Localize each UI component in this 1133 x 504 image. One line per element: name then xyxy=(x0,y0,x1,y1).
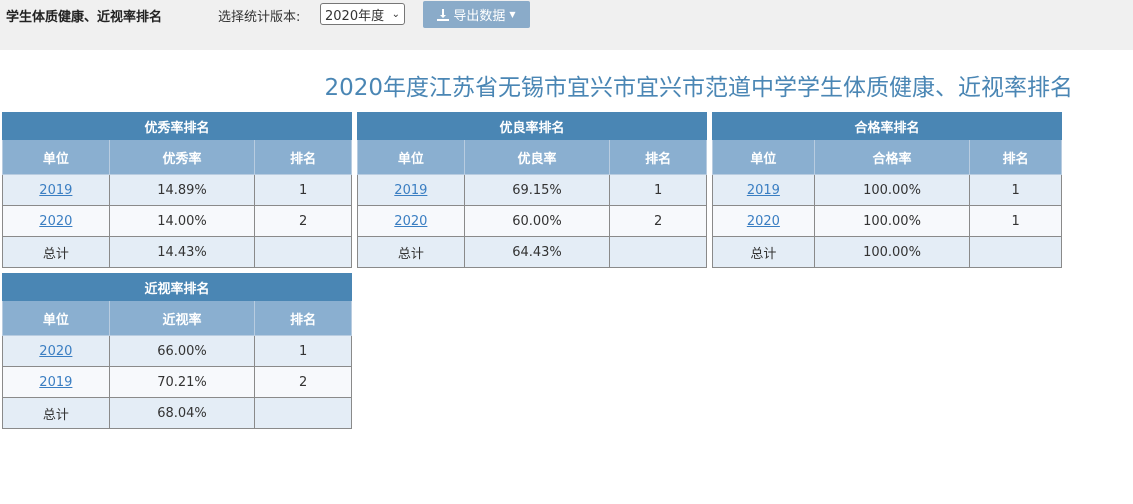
total-rate: 64.43% xyxy=(463,236,611,268)
total-rank-empty xyxy=(969,236,1062,268)
rate-cell: 70.21% xyxy=(108,366,256,398)
table-row: 2019 100.00% 1 xyxy=(712,174,1062,206)
unit-cell: 2019 xyxy=(357,174,465,206)
table-caption: 优秀率排名 xyxy=(2,112,352,140)
unit-cell: 2020 xyxy=(712,205,815,237)
total-rank-empty xyxy=(254,397,352,429)
total-row: 总计 14.43% xyxy=(2,236,352,268)
pass-rank-table: 合格率排名 单位 合格率 排名 2019 100.00% 1 2020 100.… xyxy=(712,112,1062,268)
download-icon xyxy=(437,8,450,21)
rank-cell: 1 xyxy=(254,174,352,206)
export-data-button[interactable]: 导出数据 ▼ xyxy=(423,1,530,28)
total-row: 总计 100.00% xyxy=(712,236,1062,268)
unit-link[interactable]: 2020 xyxy=(39,344,72,359)
page-title: 2020年度江苏省无锡市宜兴市宜兴市范道中学学生体质健康、近视率排名 xyxy=(324,75,1073,101)
app-title: 学生体质健康、近视率排名 xyxy=(6,10,163,25)
rank-cell: 2 xyxy=(254,366,352,398)
unit-cell: 2019 xyxy=(712,174,815,206)
unit-cell: 2020 xyxy=(357,205,465,237)
export-data-label: 导出数据 xyxy=(453,9,506,24)
rank-cell: 1 xyxy=(254,335,352,367)
column-header-rank: 排名 xyxy=(609,139,707,175)
total-label: 总计 xyxy=(2,236,110,268)
table-row: 2020 14.00% 2 xyxy=(2,205,352,237)
total-label: 总计 xyxy=(2,397,110,429)
rank-cell: 1 xyxy=(609,174,707,206)
table-caption: 合格率排名 xyxy=(712,112,1062,140)
table-caption: 近视率排名 xyxy=(2,273,352,301)
table-row: 2020 66.00% 1 xyxy=(2,335,352,367)
version-label: 选择统计版本: xyxy=(218,10,301,25)
rate-cell: 66.00% xyxy=(108,335,256,367)
total-rate: 68.04% xyxy=(108,397,256,429)
total-rank-empty xyxy=(609,236,707,268)
column-header-unit: 单位 xyxy=(357,139,465,175)
column-header-unit: 单位 xyxy=(2,300,110,336)
rank-cell: 2 xyxy=(609,205,707,237)
total-rate: 14.43% xyxy=(108,236,256,268)
total-rate: 100.00% xyxy=(813,236,971,268)
unit-cell: 2020 xyxy=(2,205,110,237)
rate-cell: 100.00% xyxy=(813,174,971,206)
table-row: 2019 70.21% 2 xyxy=(2,366,352,398)
unit-link[interactable]: 2019 xyxy=(394,183,427,198)
unit-link[interactable]: 2020 xyxy=(39,214,72,229)
unit-link[interactable]: 2019 xyxy=(39,183,72,198)
unit-link[interactable]: 2019 xyxy=(39,375,72,390)
table-row: 2020 100.00% 1 xyxy=(712,205,1062,237)
rank-cell: 2 xyxy=(254,205,352,237)
rate-cell: 14.89% xyxy=(108,174,256,206)
unit-cell: 2020 xyxy=(2,335,110,367)
unit-link[interactable]: 2020 xyxy=(394,214,427,229)
total-label: 总计 xyxy=(712,236,815,268)
good-rank-table: 优良率排名 单位 优良率 排名 2019 69.15% 1 2020 60.00… xyxy=(357,112,707,268)
rate-cell: 60.00% xyxy=(463,205,611,237)
column-header-unit: 单位 xyxy=(2,139,110,175)
version-select[interactable]: 2020年度 ⌄ xyxy=(320,3,405,25)
excellent-rank-table: 优秀率排名 单位 优秀率 排名 2019 14.89% 1 2020 14.00… xyxy=(2,112,352,268)
total-label: 总计 xyxy=(357,236,465,268)
unit-cell: 2019 xyxy=(2,366,110,398)
table-row: 2019 69.15% 1 xyxy=(357,174,707,206)
total-row: 总计 68.04% xyxy=(2,397,352,429)
total-rank-empty xyxy=(254,236,352,268)
version-select-value: 2020年度 xyxy=(325,8,385,24)
rate-cell: 69.15% xyxy=(463,174,611,206)
rank-cell: 1 xyxy=(969,205,1062,237)
total-row: 总计 64.43% xyxy=(357,236,707,268)
column-header-rank: 排名 xyxy=(969,139,1062,175)
top-toolbar: 学生体质健康、近视率排名 选择统计版本: 2020年度 ⌄ 导出数据 ▼ xyxy=(0,0,1133,50)
unit-cell: 2019 xyxy=(2,174,110,206)
column-header-rank: 排名 xyxy=(254,139,352,175)
rank-cell: 1 xyxy=(969,174,1062,206)
chevron-down-icon: ⌄ xyxy=(391,8,400,20)
rate-cell: 14.00% xyxy=(108,205,256,237)
table-caption: 优良率排名 xyxy=(357,112,707,140)
column-header-rate: 近视率 xyxy=(108,300,256,336)
myopia-rank-table: 近视率排名 单位 近视率 排名 2020 66.00% 1 2019 70.21… xyxy=(2,273,352,429)
column-header-unit: 单位 xyxy=(712,139,815,175)
rate-cell: 100.00% xyxy=(813,205,971,237)
unit-link[interactable]: 2019 xyxy=(747,183,780,198)
column-header-rank: 排名 xyxy=(254,300,352,336)
column-header-rate: 合格率 xyxy=(813,139,971,175)
column-header-rate: 优良率 xyxy=(463,139,611,175)
caret-down-icon: ▼ xyxy=(509,10,516,19)
unit-link[interactable]: 2020 xyxy=(747,214,780,229)
column-header-rate: 优秀率 xyxy=(108,139,256,175)
table-row: 2020 60.00% 2 xyxy=(357,205,707,237)
table-row: 2019 14.89% 1 xyxy=(2,174,352,206)
